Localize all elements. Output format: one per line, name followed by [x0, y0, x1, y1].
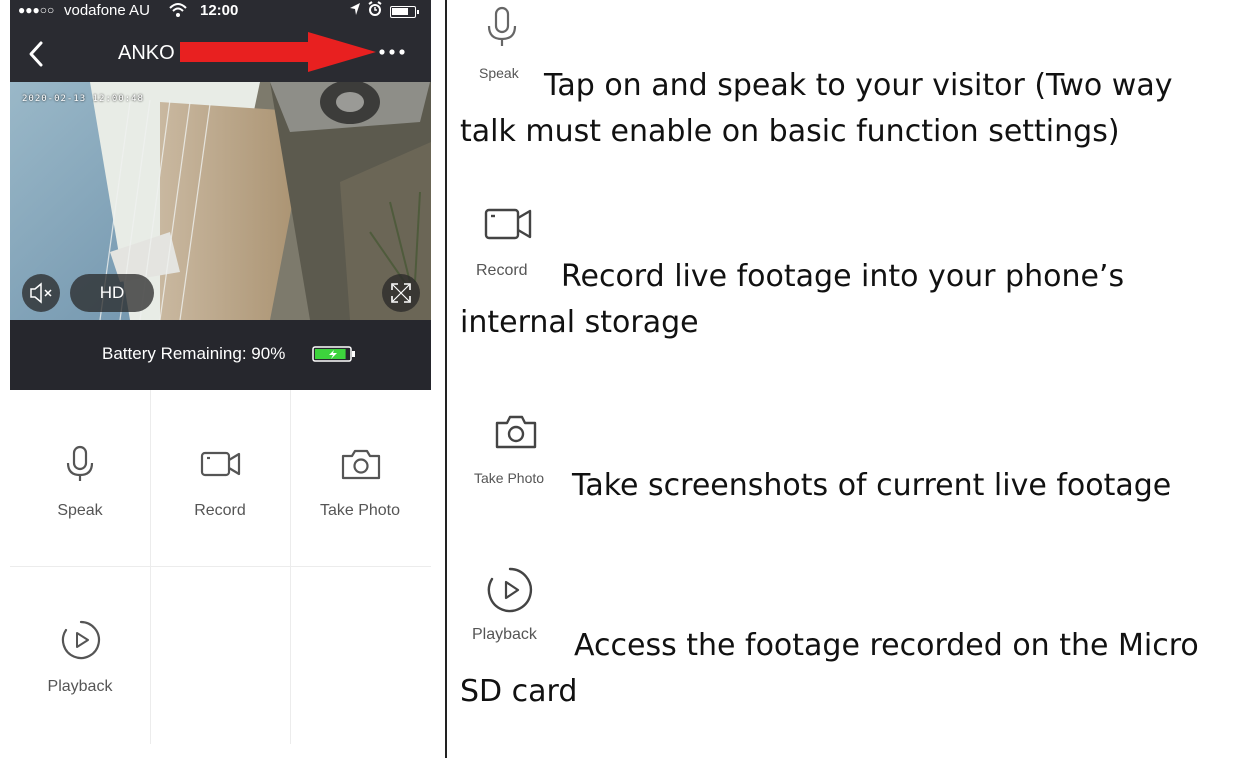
camera-icon: [495, 415, 537, 449]
take-photo-label: Take Photo: [319, 502, 401, 519]
video-timestamp: 2020-02-13 12:00:48: [22, 94, 144, 104]
section-divider: [445, 0, 447, 758]
speak-button[interactable]: Speak: [10, 390, 150, 566]
status-time: 12:00: [200, 2, 239, 19]
playback-button[interactable]: Playback: [10, 567, 150, 743]
app-header: ●●●○○ vodafone AU 12:00 ANKO: [10, 0, 431, 82]
take-photo-button[interactable]: Take Photo: [290, 390, 430, 566]
location-icon: [349, 2, 361, 19]
feature-record-description: Record live footage into your phone’s in…: [460, 259, 1125, 340]
microphone-icon: [487, 6, 517, 46]
battery-remaining-text: Battery Remaining: 90%: [102, 344, 286, 363]
annotation-arrow: [180, 32, 376, 72]
camera-icon: [341, 449, 381, 480]
feature-take-photo-label: Take Photo: [474, 470, 545, 486]
device-title: ANKO: [118, 42, 175, 64]
feature-speak-description: Tap on and speak to your visitor (Two wa…: [460, 68, 1173, 149]
more-options-icon[interactable]: [376, 42, 408, 62]
record-label: Record: [194, 502, 246, 519]
back-arrow-icon[interactable]: [26, 40, 48, 68]
feature-playback-description: Access the footage recorded on the Micro…: [460, 628, 1199, 709]
fullscreen-button[interactable]: [382, 274, 420, 312]
record-button[interactable]: Record: [150, 390, 290, 566]
video-camera-icon: [484, 208, 532, 240]
status-bar: ●●●○○ vodafone AU 12:00: [10, 0, 431, 24]
mute-button[interactable]: [22, 274, 60, 312]
speaker-muted-icon: [30, 282, 52, 304]
battery-charging-icon: [312, 346, 355, 362]
playback-label: Playback: [47, 678, 113, 695]
live-video-feed[interactable]: 2020-02-13 12:00:48 HD: [10, 82, 431, 320]
carrier-name: vodafone AU: [64, 2, 150, 19]
signal-strength-icon: ●●●○○: [18, 3, 55, 17]
video-camera-icon: [200, 451, 241, 477]
play-circle-icon: [487, 567, 533, 613]
microphone-icon: [66, 445, 94, 481]
fullscreen-icon: [391, 283, 411, 303]
alarm-icon: [368, 1, 382, 20]
phone-screenshot: ●●●○○ vodafone AU 12:00 ANKO 2020-02-13 …: [10, 0, 431, 758]
feature-take-photo-description: Take screenshots of current live footage: [572, 468, 1172, 503]
nav-bar: ANKO: [10, 24, 431, 82]
phone-battery-icon: [390, 6, 419, 18]
speak-label: Speak: [57, 502, 103, 519]
wifi-icon: [168, 1, 188, 23]
quality-toggle-button[interactable]: HD: [70, 274, 154, 312]
controls-grid: Speak Record Take Photo Playback: [10, 390, 431, 758]
play-circle-icon: [61, 620, 101, 660]
battery-status-bar: Battery Remaining: 90%: [10, 320, 431, 390]
